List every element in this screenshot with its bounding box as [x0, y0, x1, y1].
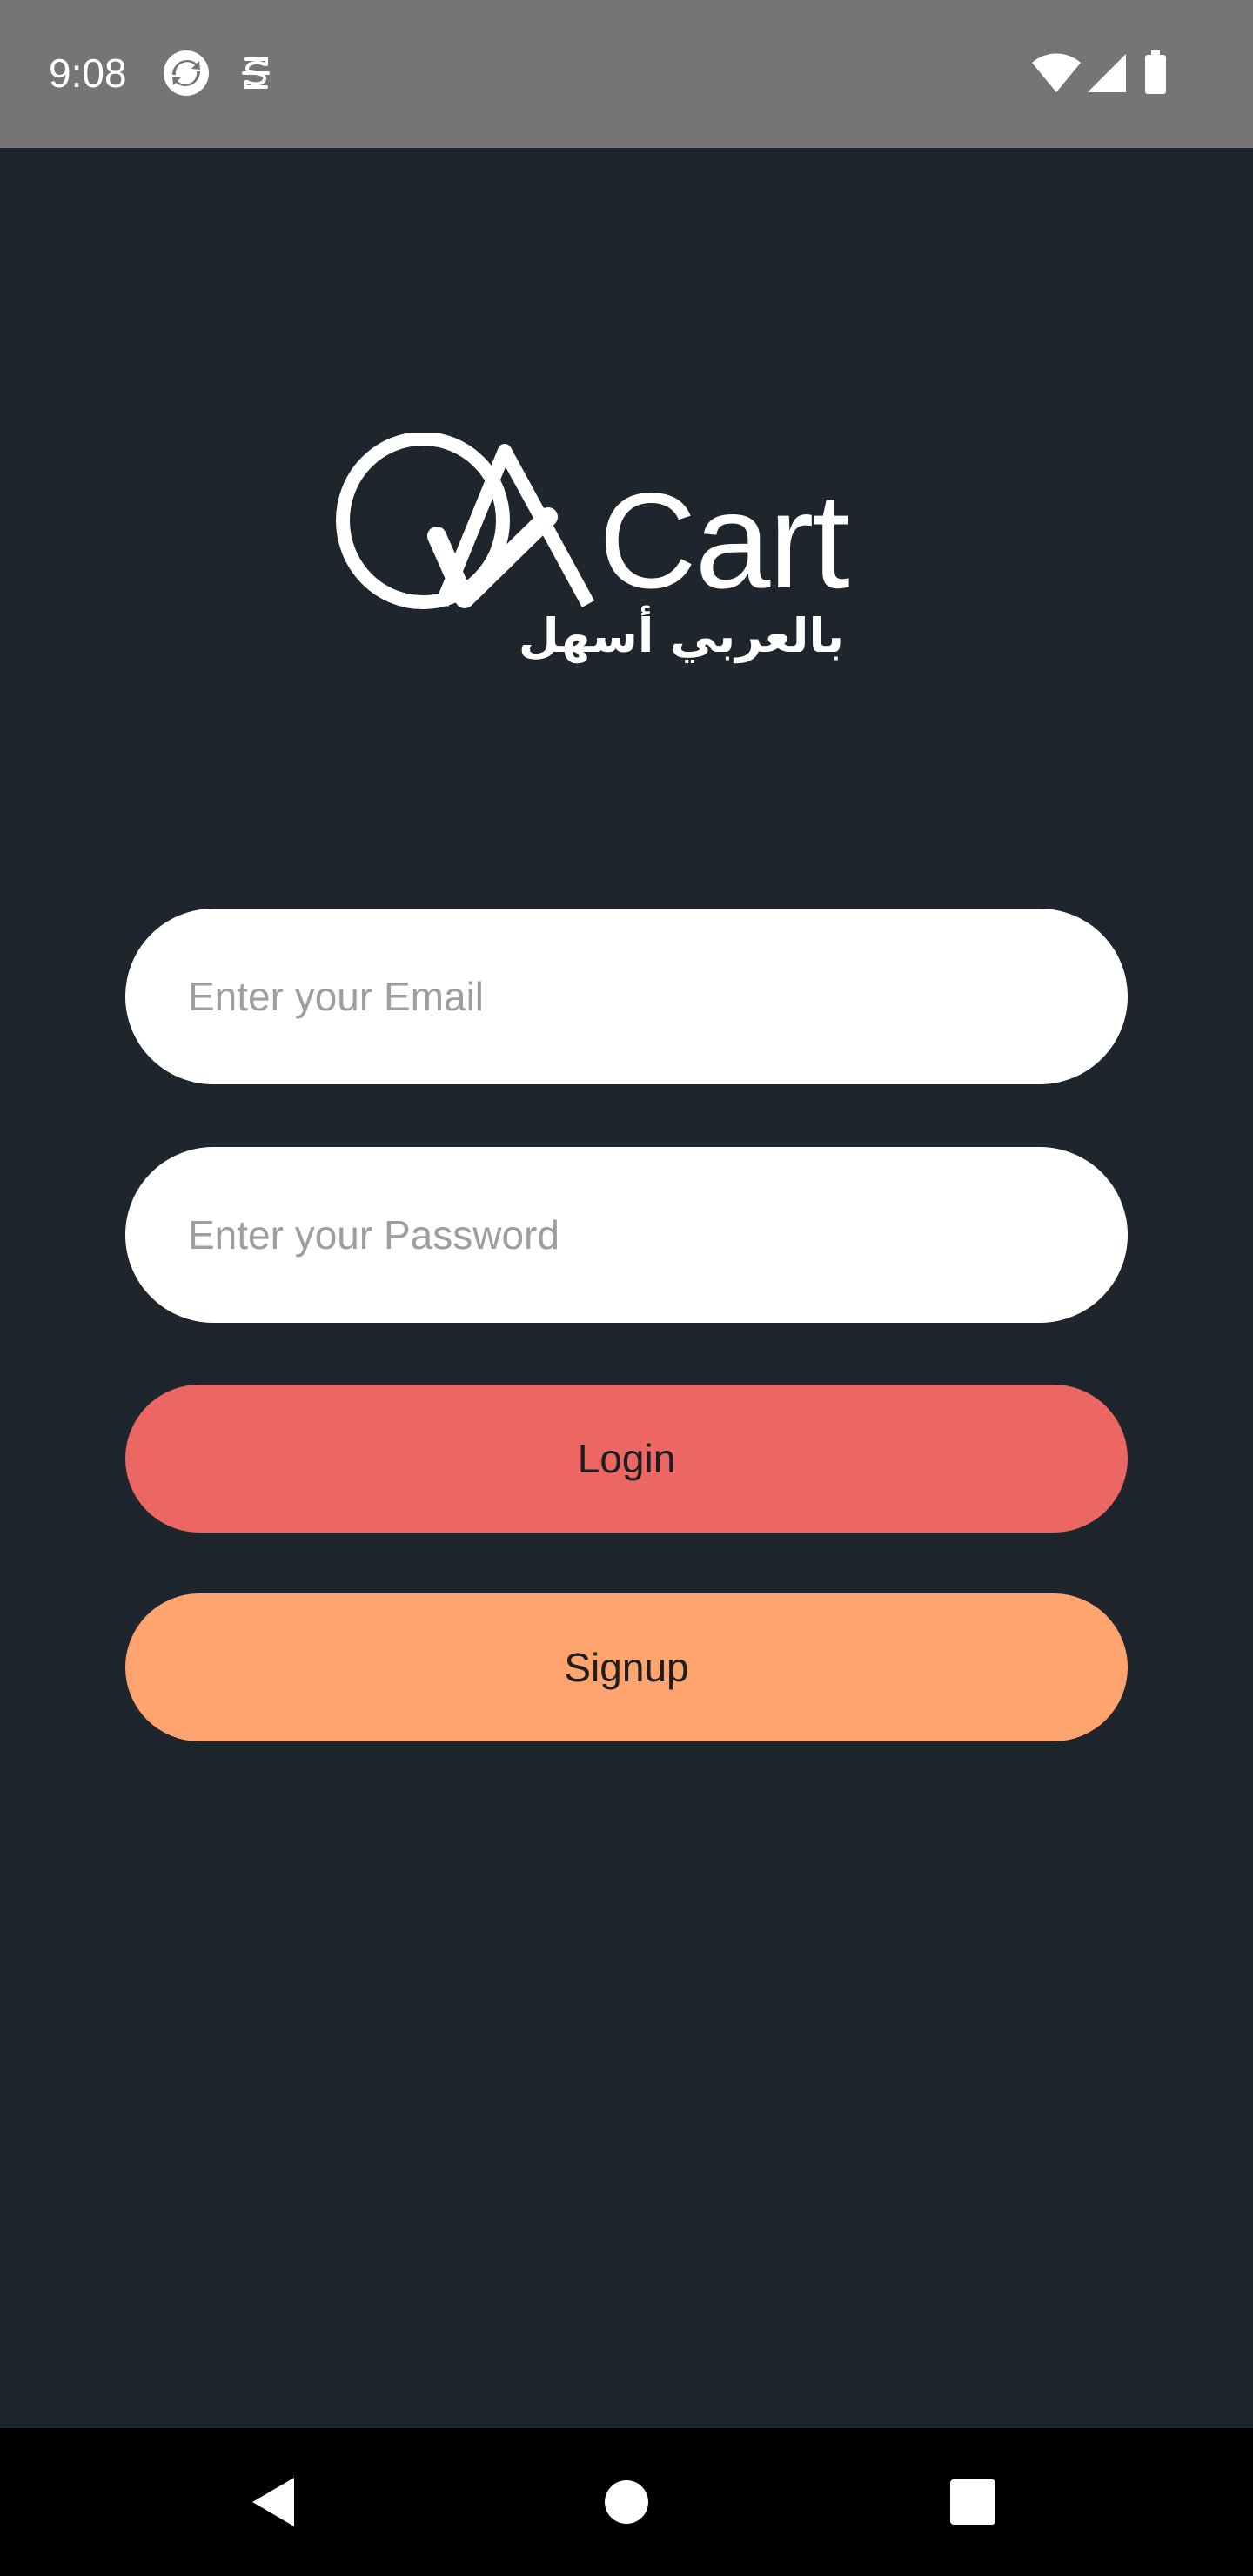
home-icon[interactable] — [592, 2467, 661, 2537]
back-icon[interactable] — [240, 2467, 310, 2537]
recents-icon[interactable] — [938, 2467, 1008, 2537]
s-notification-icon — [231, 49, 280, 97]
navigation-bar — [0, 2428, 1253, 2576]
sync-icon — [162, 49, 211, 97]
status-time: 9:08 — [49, 50, 127, 96]
password-field[interactable] — [125, 1147, 1128, 1323]
logo-wordmark-cart: Cart — [599, 466, 850, 617]
email-input[interactable] — [186, 972, 1128, 1021]
password-input[interactable] — [186, 1211, 1128, 1259]
login-screen: 9:08 Cart بالعربي أسهل Enter your Email … — [0, 0, 1253, 2576]
signup-button[interactable]: Signup — [125, 1593, 1128, 1741]
email-field[interactable] — [125, 909, 1128, 1084]
login-button[interactable]: Login — [125, 1385, 1128, 1533]
qacart-logo: Cart بالعربي أسهل — [334, 433, 908, 686]
status-bar: 9:08 — [0, 0, 1253, 148]
battery-icon — [1143, 49, 1168, 97]
logo-tagline: بالعربي أسهل — [518, 608, 844, 663]
wifi-icon — [1032, 49, 1081, 97]
signal-icon — [1084, 49, 1126, 97]
